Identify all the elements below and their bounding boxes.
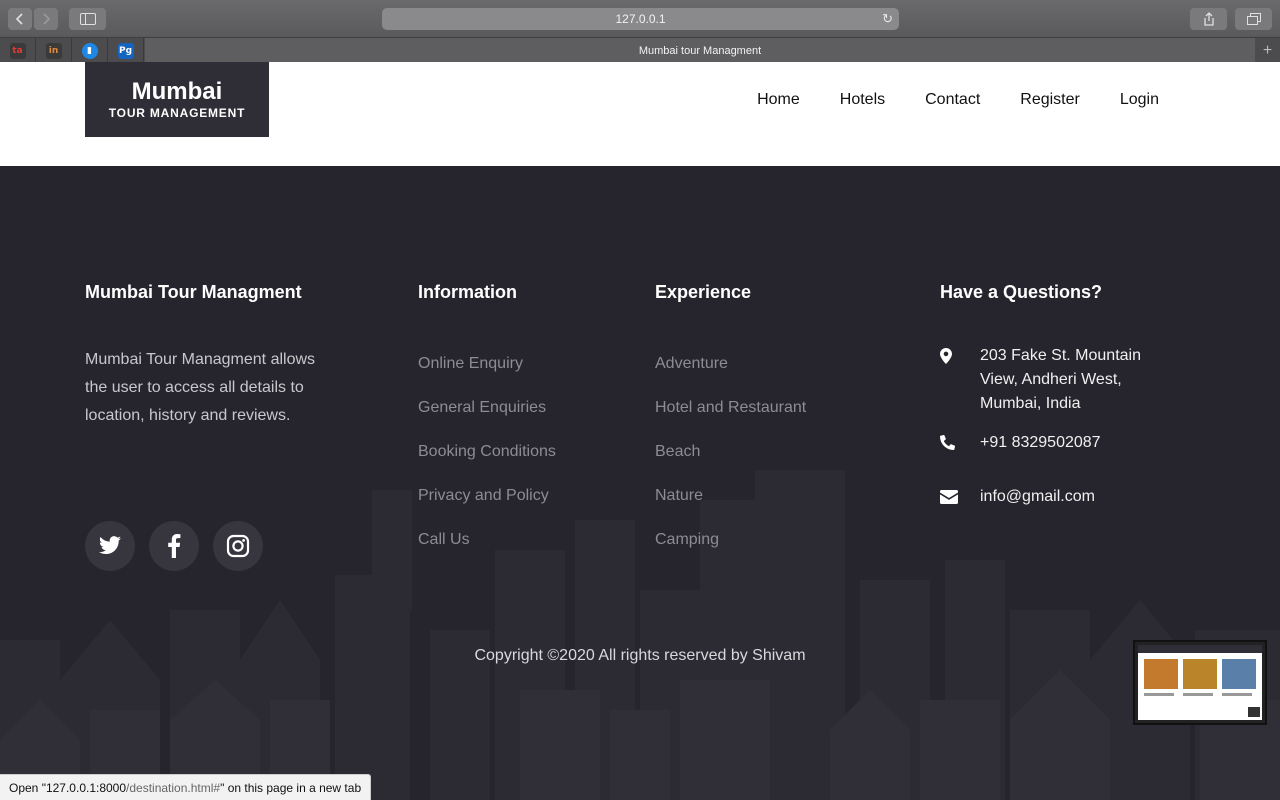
- red-brand-icon: ta: [9, 42, 26, 59]
- nav-login[interactable]: Login: [1120, 91, 1159, 109]
- phone-row[interactable]: +91 8329502087: [939, 431, 1180, 455]
- sidebar-toggle-button[interactable]: [69, 8, 106, 30]
- active-tab[interactable]: Mumbai tour Managment: [145, 38, 1255, 63]
- link-privacy-policy[interactable]: Privacy and Policy: [418, 487, 556, 531]
- invision-icon: in: [45, 42, 62, 59]
- address-text: 127.0.0.1: [615, 12, 666, 26]
- nav-home[interactable]: Home: [757, 91, 800, 109]
- pg-icon: Pg: [117, 42, 134, 59]
- tab-bar: ta in ▮ Pg Mumbai tour Managment +: [0, 37, 1280, 63]
- new-tab-button[interactable]: +: [1255, 38, 1280, 63]
- site-logo[interactable]: Mumbai TOUR MANAGEMENT: [85, 62, 269, 137]
- link-adventure[interactable]: Adventure: [655, 355, 806, 399]
- back-button[interactable]: [8, 8, 32, 30]
- page-content-area: [0, 137, 1280, 166]
- instagram-button[interactable]: [213, 521, 263, 571]
- map-marker-icon: [940, 344, 980, 416]
- email-text: info@gmail.com: [980, 488, 1095, 505]
- information-links: Online Enquiry General Enquiries Booking…: [418, 355, 556, 575]
- about-text: Mumbai Tour Managment allows the user to…: [85, 351, 316, 424]
- link-camping[interactable]: Camping: [655, 531, 806, 575]
- facebook-button[interactable]: [149, 521, 199, 571]
- status-prefix: Open ": [9, 780, 46, 795]
- thumbnail-image: [1138, 645, 1262, 720]
- screenshot-thumbnail[interactable]: [1133, 640, 1267, 725]
- facebook-icon: [168, 534, 181, 558]
- instagram-icon: [226, 534, 250, 558]
- forward-button[interactable]: [34, 8, 58, 30]
- link-online-enquiry[interactable]: Online Enquiry: [418, 355, 556, 399]
- link-booking-conditions[interactable]: Booking Conditions: [418, 443, 556, 487]
- pinned-tab[interactable]: ▮: [72, 38, 108, 63]
- contact-title: Have a Questions?: [940, 282, 1103, 302]
- about-title: Mumbai Tour Managment: [85, 282, 302, 302]
- main-nav: Home Hotels Contact Register Login: [757, 62, 1159, 137]
- pinned-tab[interactable]: Pg: [108, 38, 144, 63]
- copyright-text: Copyright ©2020 All rights reserved by S…: [474, 647, 806, 664]
- nav-contact[interactable]: Contact: [925, 91, 980, 109]
- nav-register[interactable]: Register: [1020, 91, 1080, 109]
- address-text: 203 Fake St. Mountain View, Andheri West…: [980, 347, 1141, 412]
- experience-title: Experience: [655, 282, 752, 302]
- chevron-right-icon: [43, 13, 51, 25]
- information-title: Information: [418, 282, 517, 302]
- phone-text: +91 8329502087: [980, 434, 1101, 451]
- social-links: [85, 521, 263, 571]
- share-icon: [1203, 12, 1214, 26]
- experience-links: Adventure Hotel and Restaurant Beach Nat…: [655, 355, 806, 575]
- link-hotel-restaurant[interactable]: Hotel and Restaurant: [655, 399, 806, 443]
- book-icon: ▮: [81, 42, 98, 59]
- link-nature[interactable]: Nature: [655, 487, 806, 531]
- twitter-button[interactable]: [85, 521, 135, 571]
- status-host: 127.0.0.1:8000: [45, 780, 127, 795]
- link-hover-status: Open " 127.0.0.1:8000/destination.html# " …: [0, 774, 372, 800]
- logo-main-text: Mumbai: [131, 78, 223, 105]
- pinned-tab[interactable]: in: [36, 38, 72, 63]
- tab-overview-icon: [1246, 13, 1261, 25]
- address-bar[interactable]: 127.0.0.1 ↻: [382, 8, 899, 30]
- site-footer: Mumbai Tour Managment Mumbai Tour Managm…: [0, 166, 1280, 800]
- status-path: /destination.html#: [126, 780, 221, 795]
- browser-toolbar: 127.0.0.1 ↻: [0, 0, 1280, 37]
- link-general-enquiries[interactable]: General Enquiries: [418, 399, 556, 443]
- nav-hotels[interactable]: Hotels: [840, 91, 885, 109]
- logo-sub-text: TOUR MANAGEMENT: [108, 106, 246, 120]
- twitter-icon: [99, 536, 121, 555]
- link-beach[interactable]: Beach: [655, 443, 806, 487]
- chevron-left-icon: [15, 13, 23, 25]
- link-call-us[interactable]: Call Us: [418, 531, 556, 575]
- status-suffix: " on this page in a new tab: [220, 780, 362, 795]
- phone-icon: [939, 431, 980, 455]
- reload-icon[interactable]: ↻: [882, 11, 893, 27]
- share-button[interactable]: [1190, 8, 1227, 30]
- tab-title: Mumbai tour Managment: [638, 44, 762, 57]
- envelope-icon: [940, 485, 980, 509]
- tab-overview-button[interactable]: [1235, 8, 1272, 30]
- email-row[interactable]: info@gmail.com: [940, 485, 1180, 509]
- sidebar-icon: [79, 13, 96, 25]
- browser-chrome: 127.0.0.1 ↻ ta in ▮ Pg Mumbai tour Manag…: [0, 0, 1280, 63]
- pinned-tab[interactable]: ta: [0, 38, 36, 63]
- address-row: 203 Fake St. Mountain View, Andheri West…: [940, 344, 1180, 416]
- site-header: Mumbai TOUR MANAGEMENT Home Hotels Conta…: [0, 62, 1280, 137]
